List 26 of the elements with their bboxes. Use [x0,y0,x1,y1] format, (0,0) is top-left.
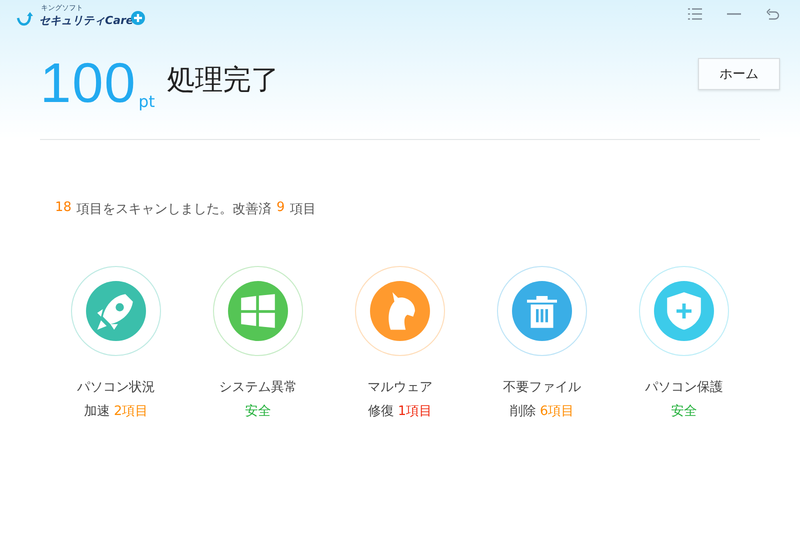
summary-text: 項目 [290,201,316,218]
menu-icon[interactable] [688,8,702,20]
home-button[interactable]: ホーム [698,58,780,90]
result-text: 2項目 [114,403,148,420]
plus-icon [131,10,146,24]
brand-name: セキュリティCare [39,13,134,28]
score-value: 100 [40,56,136,110]
result-text: 安全 [245,403,271,420]
item-count: 18 [55,200,72,217]
logo-icon [16,12,36,28]
result-text: 安全 [671,403,697,420]
result-text: 1項目 [398,403,432,420]
category-title: 不要ファイル [503,379,581,396]
category-title: マルウェア [368,379,432,396]
action-label: 加速 [84,403,110,420]
item-count: 9 [276,200,285,217]
category-title: システム異常 [219,379,297,396]
status-title: 処理完了 [166,62,279,98]
category-title: パソコン保護 [645,379,723,396]
score-unit: pt [138,94,155,110]
result-text: 6項目 [540,403,574,420]
back-arrow-icon[interactable] [766,8,780,20]
action-label: 削除 [510,403,536,420]
action-label: 修復 [368,403,394,420]
category-title: パソコン状況 [77,379,155,396]
summary-text: 項目をスキャンしました。改善済 [76,201,272,218]
